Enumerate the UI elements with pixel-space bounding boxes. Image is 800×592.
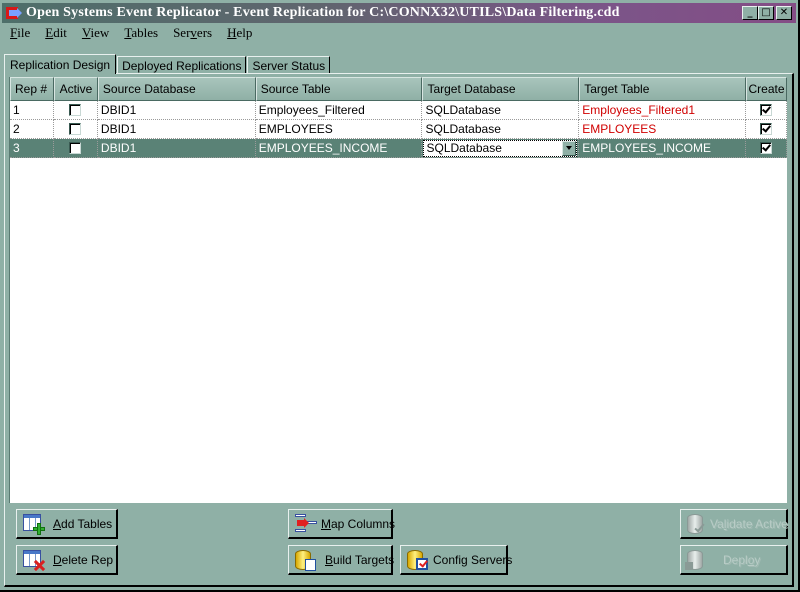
delete-rep-button[interactable]: Delete Rep <box>16 545 118 575</box>
column-header-source-database[interactable]: Source Database <box>97 77 256 101</box>
cell-rep: 1 <box>10 101 54 120</box>
build-targets-button[interactable]: Build Targets <box>288 545 394 575</box>
cell-target-database[interactable]: SQLDatabase <box>422 101 580 120</box>
menu-bar: File Edit View Tables Servers Help <box>2 24 259 42</box>
active-checkbox[interactable] <box>69 104 82 116</box>
cell-source-table[interactable]: Employees_Filtered <box>255 101 423 120</box>
database-deploy-icon <box>685 548 709 572</box>
target-database-value: SQLDatabase <box>426 141 502 155</box>
table-row[interactable]: 2 DBID1 EMPLOYEES SQLDatabase EMPLOYEES <box>10 120 788 139</box>
cell-source-database[interactable]: DBID1 <box>97 101 256 120</box>
menu-help[interactable]: Help <box>219 25 259 41</box>
column-header-rep[interactable]: Rep # <box>10 77 54 101</box>
menu-view[interactable]: View <box>74 25 116 41</box>
cell-rep: 2 <box>10 120 54 139</box>
menu-edit[interactable]: Edit <box>37 25 74 41</box>
create-checkbox[interactable] <box>760 123 773 135</box>
cell-active <box>53 101 98 120</box>
cell-create <box>746 120 788 139</box>
replication-design-panel: Rep # Active Source Database Source Tabl… <box>4 73 794 587</box>
database-config-icon <box>405 548 429 572</box>
menu-file[interactable]: File <box>2 25 37 41</box>
close-button[interactable]: ✕ <box>776 6 792 20</box>
deploy-button[interactable]: Deploy <box>680 545 788 575</box>
add-tables-button[interactable]: Add Tables <box>16 509 118 539</box>
tab-strip: Replication Design Deployed Replications… <box>4 54 331 74</box>
map-columns-button[interactable]: Map Columns <box>288 509 395 539</box>
cell-source-table[interactable]: EMPLOYEES <box>255 120 423 139</box>
replication-grid: Rep # Active Source Database Source Tabl… <box>9 77 788 503</box>
active-checkbox[interactable] <box>69 142 82 154</box>
menu-tables[interactable]: Tables <box>116 25 165 41</box>
app-icon[interactable] <box>6 5 22 21</box>
column-header-target-table[interactable]: Target Table <box>579 77 746 101</box>
cell-target-table[interactable]: EMPLOYEES_INCOME <box>579 139 747 158</box>
cell-source-database[interactable]: DBID1 <box>97 120 256 139</box>
database-build-icon <box>293 548 317 572</box>
title-bar[interactable]: Open Systems Event Replicator - Event Re… <box>2 3 796 23</box>
cell-active <box>53 120 98 139</box>
column-header-target-database[interactable]: Target Database <box>422 77 580 101</box>
maximize-button[interactable]: □ <box>758 6 774 20</box>
cell-create <box>746 139 788 158</box>
create-checkbox[interactable] <box>760 104 773 116</box>
chevron-down-icon[interactable] <box>562 140 577 156</box>
cell-target-database: SQLDatabase <box>422 139 580 158</box>
main-window: Open Systems Event Replicator - Event Re… <box>0 0 800 592</box>
table-row-selected[interactable]: 3 DBID1 EMPLOYEES_INCOME SQLDatabase EMP… <box>10 139 788 158</box>
column-header-create[interactable]: Create <box>746 77 787 101</box>
validate-active-button[interactable]: Validate Active <box>680 509 788 539</box>
tab-server-status[interactable]: Server Status <box>247 56 331 74</box>
delete-table-icon <box>21 548 46 572</box>
database-validate-icon <box>685 512 709 536</box>
cell-source-database[interactable]: DBID1 <box>97 139 256 158</box>
cell-active <box>53 139 98 158</box>
cell-rep: 3 <box>10 139 54 158</box>
active-checkbox[interactable] <box>69 123 82 135</box>
column-header-source-table[interactable]: Source Table <box>255 77 423 101</box>
cell-create <box>746 101 788 120</box>
map-columns-icon <box>293 512 317 536</box>
cell-target-table[interactable]: Employees_Filtered1 <box>579 101 747 120</box>
cell-source-table[interactable]: EMPLOYEES_INCOME <box>255 139 423 158</box>
table-row[interactable]: 1 DBID1 Employees_Filtered SQLDatabase E… <box>10 101 788 120</box>
tab-deployed-replications[interactable]: Deployed Replications <box>117 56 247 74</box>
menu-servers[interactable]: Servers <box>165 25 219 41</box>
cell-target-database[interactable]: SQLDatabase <box>422 120 580 139</box>
minimize-button[interactable]: _ <box>742 6 758 20</box>
add-table-icon <box>21 512 45 536</box>
create-checkbox[interactable] <box>760 142 773 154</box>
column-header-active[interactable]: Active <box>53 77 98 101</box>
target-database-dropdown[interactable]: SQLDatabase <box>423 139 578 157</box>
grid-header: Rep # Active Source Database Source Tabl… <box>10 77 787 101</box>
config-servers-button[interactable]: Config Servers <box>400 545 512 575</box>
cell-target-table[interactable]: EMPLOYEES <box>579 120 747 139</box>
window-title: Open Systems Event Replicator - Event Re… <box>26 5 620 20</box>
tab-replication-design[interactable]: Replication Design <box>4 54 117 74</box>
